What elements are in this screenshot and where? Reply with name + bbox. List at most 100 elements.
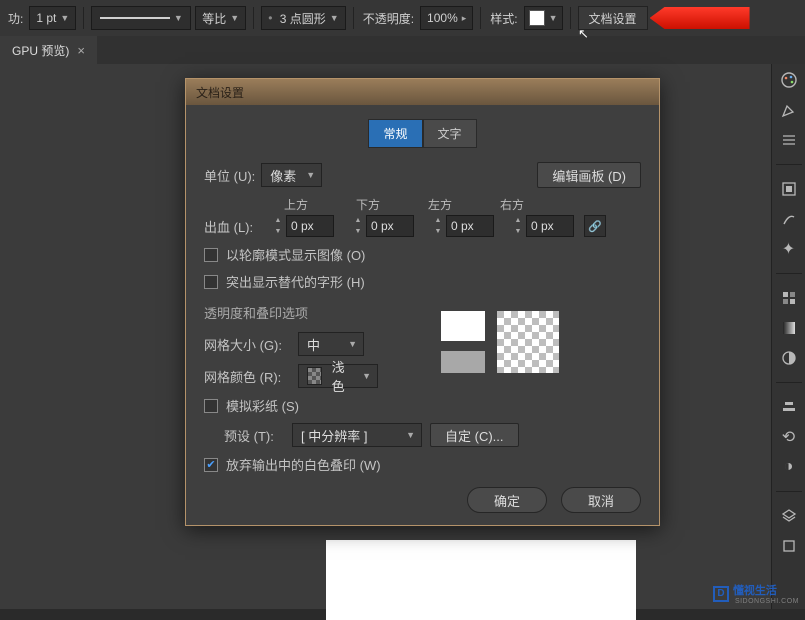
step-up-icon[interactable]: ▲ (512, 215, 524, 226)
cancel-button[interactable]: 取消 (561, 487, 641, 513)
highlight-glyph-label: 突出显示替代的字形 (H) (226, 272, 365, 291)
dialog-title-bar[interactable]: 文档设置 (186, 79, 659, 105)
bleed-bottom-input[interactable]: ▲▼ (352, 215, 414, 237)
separator (570, 7, 571, 29)
palette-icon[interactable] (779, 70, 799, 90)
preset-select[interactable]: [ 中分辨率 ] ▼ (292, 423, 422, 447)
step-up-icon[interactable]: ▲ (432, 215, 444, 226)
link-bleed-icon[interactable]: 🔗 (584, 215, 606, 237)
simulate-paper-checkbox[interactable] (204, 399, 218, 413)
chevron-down-icon: ▼ (174, 13, 183, 23)
step-down-icon[interactable]: ▼ (272, 226, 284, 237)
bleed-left-input[interactable]: ▲▼ (432, 215, 494, 237)
stroke-weight-value: 1 pt (36, 11, 56, 25)
step-up-icon[interactable]: ▲ (352, 215, 364, 226)
close-icon[interactable]: × (77, 43, 85, 58)
style-label: 样式: (488, 10, 519, 27)
bleed-top-input[interactable]: ▲▼ (272, 215, 334, 237)
gradient-icon[interactable] (779, 318, 799, 338)
panel-divider (776, 491, 802, 492)
artboard[interactable] (326, 540, 636, 620)
separator (83, 7, 84, 29)
chevron-down-icon: ▼ (549, 13, 558, 23)
opacity-value: 100% (427, 11, 458, 25)
pen-icon[interactable] (779, 100, 799, 120)
style-dropdown[interactable]: ▼ (524, 6, 563, 30)
chevron-down-icon: ▼ (306, 170, 315, 180)
separator (253, 7, 254, 29)
stroke-weight-dropdown[interactable]: 1 pt ▼ (29, 6, 76, 30)
library-icon[interactable] (779, 179, 799, 199)
show-outline-checkbox[interactable] (204, 248, 218, 262)
show-outline-label: 以轮廓模式显示图像 (O) (226, 245, 365, 264)
document-tab-bar: GPU 预览) × (0, 36, 805, 64)
align-icon[interactable] (779, 397, 799, 417)
units-select[interactable]: 像素 ▼ (261, 163, 322, 187)
watermark-url: SIDONGSHI.COM (735, 598, 799, 605)
tab-general[interactable]: 常规 (368, 119, 422, 148)
symbol-icon[interactable]: ✦ (779, 239, 799, 259)
stroke-icon[interactable] (779, 130, 799, 150)
custom-button[interactable]: 自定 (C)... (430, 423, 519, 447)
bleed-right-field[interactable] (526, 215, 574, 237)
edit-artboard-button[interactable]: 编辑画板 (D) (537, 162, 641, 188)
transparency-preview (441, 311, 559, 373)
bleed-bottom-field[interactable] (366, 215, 414, 237)
units-label: 单位 (U): (204, 166, 255, 185)
chevron-right-icon: ▸ (462, 13, 467, 24)
bleed-header-top: 上方 (284, 196, 308, 213)
right-panel: ✦ ⟲ ◑ (771, 64, 805, 609)
style-swatch-icon (529, 10, 545, 26)
document-tab[interactable]: GPU 预览) × (0, 36, 97, 64)
bleed-right-input[interactable]: ▲▼ (512, 215, 574, 237)
appearance-icon[interactable]: ◑ (779, 457, 799, 477)
preset-label: 预设 (T): (224, 426, 284, 445)
transparency-section-title: 透明度和叠印选项 (204, 303, 641, 322)
artboard-icon[interactable] (779, 536, 799, 556)
panel-divider (776, 273, 802, 274)
discard-white-label: 放弃输出中的白色叠印 (W) (226, 455, 381, 474)
panel-divider (776, 164, 802, 165)
preview-checker-swatch (497, 311, 559, 373)
top-toolbar: 功: 1 pt ▼ ▼ 等比 ▼ • 3 点圆形 ▼ 不透明度: 100% ▸ … (0, 0, 805, 36)
panel-divider (776, 382, 802, 383)
grid-color-select[interactable]: 浅色 ▼ (298, 364, 378, 388)
brush-icon[interactable] (779, 209, 799, 229)
document-settings-button[interactable]: 文档设置 (578, 6, 648, 30)
opacity-label: 不透明度: (361, 10, 416, 27)
chevron-down-icon: ▼ (406, 430, 415, 440)
grid-size-select[interactable]: 中 ▼ (298, 332, 364, 356)
watermark: D 懂视生活 SIDONGSHI.COM (713, 582, 799, 605)
swatch-icon[interactable] (779, 288, 799, 308)
transform-icon[interactable]: ⟲ (779, 427, 799, 447)
stroke-preview-dropdown[interactable]: ▼ (91, 6, 191, 30)
stroke-effect-label: 功: (6, 10, 25, 27)
chevron-down-icon: ▼ (230, 13, 239, 23)
bleed-top-field[interactable] (286, 215, 334, 237)
bleed-header-bottom: 下方 (356, 196, 380, 213)
proportion-dropdown[interactable]: 等比 ▼ (195, 6, 246, 30)
opacity-dropdown[interactable]: 100% ▸ (420, 6, 473, 30)
transparency-icon[interactable] (779, 348, 799, 368)
highlight-glyph-checkbox[interactable] (204, 275, 218, 289)
stroke-line-icon (100, 17, 170, 19)
discard-white-checkbox[interactable] (204, 458, 218, 472)
separator (480, 7, 481, 29)
tab-type[interactable]: 文字 (423, 119, 477, 148)
dash-pattern-dropdown[interactable]: • 3 点圆形 ▼ (261, 6, 345, 30)
step-down-icon[interactable]: ▼ (512, 226, 524, 237)
chevron-down-icon: ▼ (348, 339, 357, 349)
grid-size-label: 网格大小 (G): (204, 335, 290, 354)
preview-gray-swatch (441, 351, 485, 373)
step-down-icon[interactable]: ▼ (432, 226, 444, 237)
proportion-value: 等比 (202, 10, 226, 27)
dialog-title: 文档设置 (196, 84, 244, 101)
layers-icon[interactable] (779, 506, 799, 526)
bleed-left-field[interactable] (446, 215, 494, 237)
separator (353, 7, 354, 29)
step-down-icon[interactable]: ▼ (352, 226, 364, 237)
ok-button[interactable]: 确定 (467, 487, 547, 513)
dash-pattern-value: 3 点圆形 (280, 10, 326, 27)
preset-value: [ 中分辨率 ] (301, 426, 367, 445)
step-up-icon[interactable]: ▲ (272, 215, 284, 226)
